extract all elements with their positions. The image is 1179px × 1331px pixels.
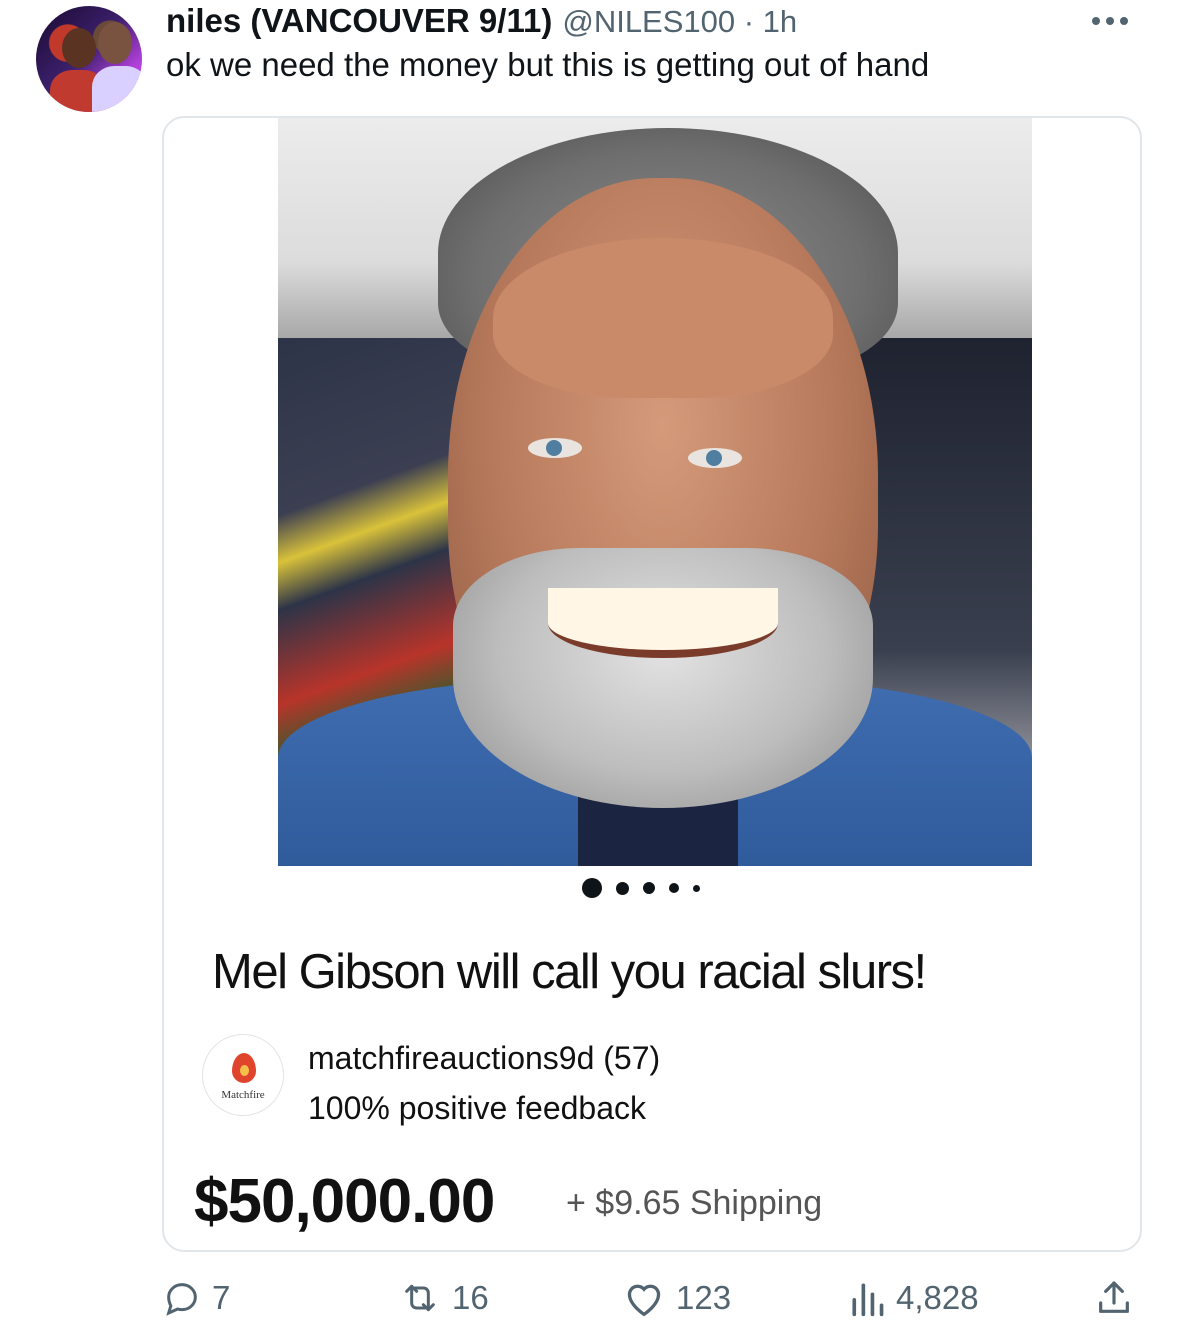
- author-avatar[interactable]: [36, 6, 142, 112]
- repost-button[interactable]: 16: [398, 1278, 489, 1318]
- photo-eye-right: [688, 448, 742, 468]
- seller-feedback: 100% positive feedback: [308, 1090, 646, 1126]
- avatar-head-right: [98, 22, 132, 64]
- like-button[interactable]: 123: [622, 1278, 731, 1318]
- seller-logo[interactable]: Matchfire: [202, 1034, 284, 1116]
- author-handle-time[interactable]: @NILES100 · 1h: [562, 4, 797, 40]
- repost-count: 16: [452, 1279, 489, 1316]
- avatar-figure-right: [92, 66, 142, 112]
- listing-shipping: + $9.65 Shipping: [566, 1184, 823, 1222]
- views-button[interactable]: 4,828: [848, 1278, 979, 1318]
- listing-price: $50,000.00: [194, 1167, 495, 1236]
- carousel-dot[interactable]: [693, 884, 700, 892]
- carousel-dot[interactable]: [616, 881, 629, 895]
- photo-smile: [548, 588, 778, 658]
- author-name[interactable]: niles (VANCOUVER 9/11): [166, 2, 552, 40]
- like-icon: [622, 1278, 666, 1318]
- listing-title: Mel Gibson will call you racial slurs!: [212, 945, 927, 999]
- seller-name[interactable]: matchfireauctions9d (57): [308, 1040, 660, 1077]
- listing-photo[interactable]: [278, 118, 1032, 866]
- seller-logo-text: Matchfire: [221, 1089, 265, 1101]
- flame-icon: [232, 1053, 256, 1083]
- more-dot: [1092, 17, 1100, 25]
- listing-card[interactable]: Mel Gibson will call you racial slurs! M…: [162, 116, 1142, 1252]
- photo-forehead: [493, 238, 833, 398]
- carousel-dot-active[interactable]: [582, 878, 602, 898]
- carousel-dot[interactable]: [643, 882, 655, 894]
- carousel-dot[interactable]: [669, 883, 679, 893]
- image-carousel-dots[interactable]: [582, 878, 700, 898]
- more-dot: [1120, 17, 1128, 25]
- more-dot: [1106, 17, 1114, 25]
- views-count: 4,828: [896, 1279, 979, 1316]
- photo-beard: [453, 548, 873, 808]
- views-icon: [848, 1278, 886, 1318]
- share-icon: [1094, 1278, 1134, 1318]
- like-count: 123: [676, 1279, 732, 1316]
- tweet-header: niles (VANCOUVER 9/11) @NILES100 · 1h: [166, 2, 797, 42]
- tweet-action-bar: 7 16 123 4,828: [0, 1270, 1179, 1330]
- reply-icon: [162, 1278, 202, 1318]
- reply-button[interactable]: 7: [162, 1278, 230, 1318]
- avatar-head-left: [62, 28, 96, 68]
- tweet-text: ok we need the money but this is getting…: [166, 46, 930, 83]
- repost-icon: [398, 1278, 442, 1318]
- reply-count: 7: [212, 1279, 231, 1316]
- share-button[interactable]: [1094, 1278, 1134, 1318]
- photo-eye-left: [528, 438, 582, 458]
- more-icon[interactable]: [1092, 14, 1138, 28]
